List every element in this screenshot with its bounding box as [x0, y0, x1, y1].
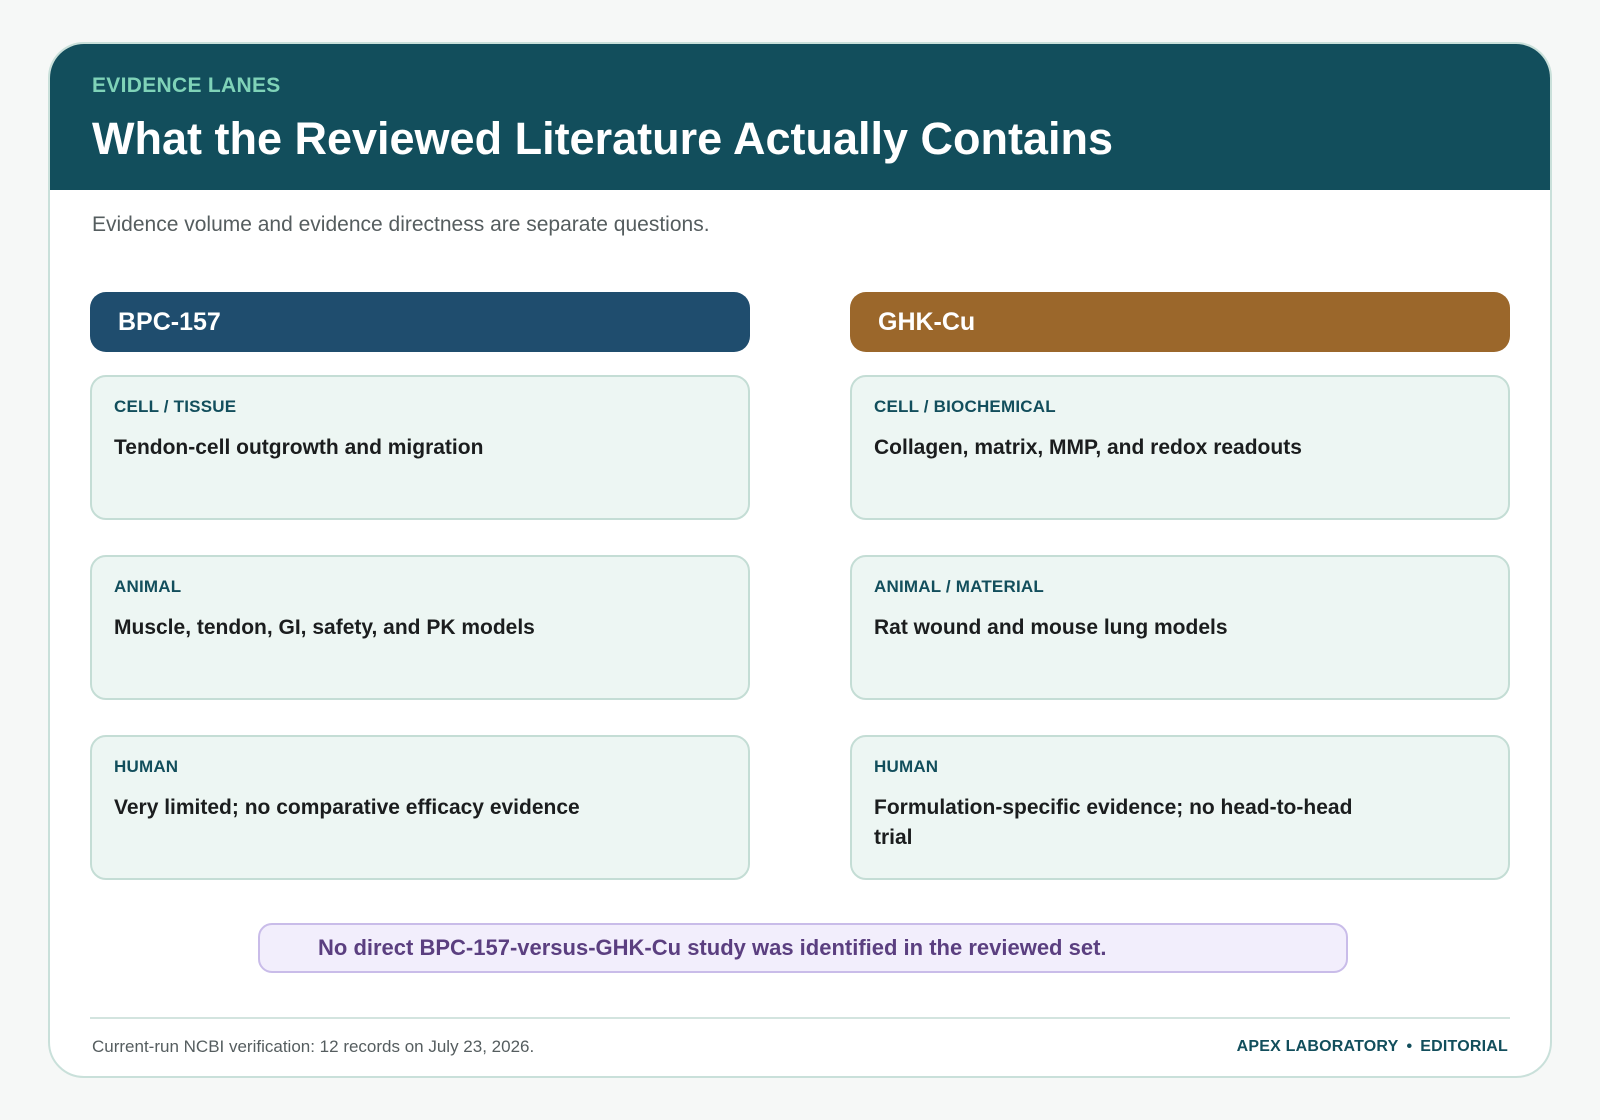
tile-label: ANIMAL: [114, 577, 182, 596]
footer-credit: APEX LABORATORY • EDITORIAL: [1237, 1034, 1508, 1060]
separator-dot: •: [1406, 1038, 1413, 1055]
section-name: EDITORIAL: [1420, 1038, 1508, 1055]
footer-divider: [90, 1017, 1510, 1019]
tile-text: Rat wound and mouse lung models: [874, 616, 1228, 639]
evidence-card: EVIDENCE LANES What the Reviewed Literat…: [48, 42, 1552, 1078]
tile-text: Tendon-cell outgrowth and migration: [114, 436, 484, 459]
tile-ghk-cu-human: HUMAN Formulation-specific evidence; no …: [850, 735, 1510, 880]
tile-label: HUMAN: [114, 757, 179, 776]
tile-text: Collagen, matrix, MMP, and redox readout…: [874, 436, 1302, 459]
lane-header-ghk-cu: GHK-Cu: [850, 292, 1510, 352]
tile-label: CELL / BIOCHEMICAL: [874, 397, 1056, 416]
tile-label: ANIMAL / MATERIAL: [874, 577, 1044, 596]
tile-text: Very limited; no comparative efficacy ev…: [114, 796, 580, 819]
verification-footnote: Current-run NCBI verification: 12 record…: [92, 1037, 535, 1056]
tile-bpc-157-animal: ANIMAL Muscle, tendon, GI, safety, and P…: [90, 555, 750, 700]
tile-bpc-157-human: HUMAN Very limited; no comparative effic…: [90, 735, 750, 880]
tile-bpc-157-cell-tissue: CELL / TISSUE Tendon-cell outgrowth and …: [90, 375, 750, 520]
tile-label: HUMAN: [874, 757, 939, 776]
eyebrow-label: EVIDENCE LANES: [92, 74, 281, 97]
tile-text: Muscle, tendon, GI, safety, and PK model…: [114, 616, 535, 639]
tile-text: Formulation-specific evidence; no head-t…: [874, 796, 1353, 849]
page-subtitle: Evidence volume and evidence directness …: [92, 213, 710, 236]
page-title: What the Reviewed Literature Actually Co…: [92, 113, 1114, 164]
lane-header-bpc-157: BPC-157: [90, 292, 750, 352]
org-name: APEX LABORATORY: [1236, 1038, 1399, 1055]
tile-ghk-cu-cell-biochemical: CELL / BIOCHEMICAL Collagen, matrix, MMP…: [850, 375, 1510, 520]
header-banner: EVIDENCE LANES What the Reviewed Literat…: [50, 44, 1550, 190]
no-direct-study-callout: No direct BPC-157-versus-GHK-Cu study wa…: [258, 923, 1348, 973]
tile-label: CELL / TISSUE: [114, 397, 237, 416]
tile-ghk-cu-animal-material: ANIMAL / MATERIAL Rat wound and mouse lu…: [850, 555, 1510, 700]
